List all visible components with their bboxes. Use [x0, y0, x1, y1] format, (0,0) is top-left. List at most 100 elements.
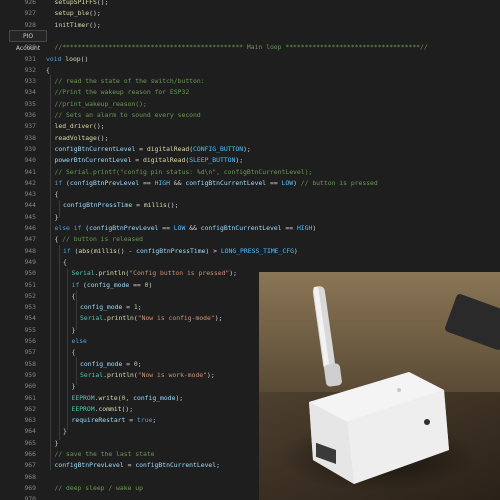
code-token: ==	[266, 178, 282, 187]
code-token: );	[243, 144, 251, 153]
line-number: 947	[24, 235, 36, 244]
line-number: 950	[24, 269, 36, 278]
code-token: EEPROM	[71, 404, 95, 413]
code-token: );	[229, 269, 237, 278]
code-text: config_mode = 1;	[80, 303, 142, 312]
code-line[interactable]: 929	[0, 32, 500, 41]
code-token: {	[63, 257, 67, 266]
code-line[interactable]: 948 if (abs(millis() - configBtnPressTime…	[0, 247, 500, 256]
code-token: ()	[80, 54, 89, 63]
code-line[interactable]: 933 // read the state of the switch/butto…	[0, 77, 500, 86]
code-token: "Config button is pressed"	[129, 269, 230, 278]
code-token: =	[122, 303, 134, 312]
code-line[interactable]: 928 initTimer();	[0, 21, 500, 30]
code-token: LOW	[173, 224, 186, 232]
code-token: // read the state of the switch/button:	[54, 77, 205, 86]
code-token: =	[125, 416, 137, 425]
code-token: // save the the last state	[54, 450, 155, 458]
code-line[interactable]: 932 {	[0, 66, 500, 75]
code-line[interactable]: 943 {	[0, 190, 500, 199]
line-number: 968	[24, 472, 36, 481]
code-line[interactable]: 926 setupSPIFFS();	[0, 0, 500, 7]
code-token: true	[136, 416, 153, 425]
code-token: println	[106, 314, 134, 323]
indent-guide	[75, 357, 77, 385]
code-line[interactable]: 940 powerBtnCurrentLevel = digitalRead(SL…	[0, 156, 500, 165]
code-token: led_driver	[54, 122, 93, 131]
code-text: // Serial.printf("config pin status: %d\…	[55, 168, 313, 177]
code-text: if (configBtnPrevLevel == HIGH && config…	[55, 179, 378, 188]
line-number: 966	[24, 450, 36, 458]
code-token: setupSPIFFS	[54, 0, 97, 6]
code-text: configBtnPressTime = millis();	[63, 201, 178, 210]
code-line[interactable]: 942 if (configBtnPrevLevel == HIGH && con…	[0, 179, 500, 188]
code-text: //Print the wakeup reason for ESP32	[55, 88, 190, 97]
line-number: 957	[24, 348, 36, 357]
code-token: =	[122, 359, 134, 368]
code-text: EEPROM.commit();	[72, 405, 134, 414]
code-line[interactable]: 949 {	[0, 258, 500, 267]
code-token: configBtnCurrentLevel	[185, 178, 267, 187]
line-number: 938	[24, 133, 36, 142]
code-token: {	[46, 65, 50, 74]
code-line[interactable]: 936 // Sets an alarm to sound every secon…	[0, 111, 500, 120]
code-text: { // button is released	[55, 235, 144, 244]
code-token: millis	[93, 246, 117, 255]
code-token: ();	[121, 404, 134, 413]
code-token: // Serial.printf("config pin status: %d\…	[54, 167, 313, 176]
code-token: );	[207, 370, 215, 379]
code-token: config_mode	[86, 280, 130, 289]
code-line[interactable]: 939 configBtnCurrentLevel = digitalRead(C…	[0, 145, 500, 154]
code-token: "Now is config-mode"	[137, 314, 215, 323]
code-line[interactable]: 931 void loop()	[0, 55, 500, 64]
code-token: config_mode	[133, 393, 176, 402]
code-token: Serial	[80, 314, 104, 323]
code-token: println	[98, 269, 126, 278]
code-token: SLEEP_BUTTON	[189, 156, 236, 165]
code-token: HIGH	[154, 178, 170, 187]
code-token: commit	[98, 404, 122, 413]
code-line[interactable]: 938 readVoltage();	[0, 134, 500, 143]
line-number: 965	[24, 438, 36, 447]
code-token: ();	[89, 9, 101, 18]
code-token: ();	[166, 201, 179, 210]
code-token: abs	[78, 246, 90, 255]
code-text: else	[72, 337, 87, 346]
code-line[interactable]: 930//***********************************…	[0, 43, 500, 52]
code-text: // read the state of the switch/button:	[55, 77, 205, 86]
code-token: ;	[137, 303, 142, 312]
code-line[interactable]: 934 //Print the wakeup reason for ESP32	[0, 88, 500, 97]
code-line[interactable]: 946 else if (configBtnPrevLevel == LOW &&…	[0, 224, 500, 233]
line-number: 969	[24, 483, 36, 492]
code-text: void loop()	[46, 55, 88, 64]
code-token: config_mode	[80, 303, 123, 312]
line-number: 934	[24, 88, 36, 97]
indent-guide	[50, 75, 51, 470]
code-line[interactable]: 937 led_driver();	[0, 122, 500, 131]
code-line[interactable]: 947 { // button is released	[0, 235, 500, 244]
code-token: else	[71, 337, 87, 345]
line-number: 946	[24, 224, 36, 232]
line-number: 958	[24, 359, 36, 368]
code-line[interactable]: 945}	[0, 213, 500, 222]
code-token: millis	[143, 201, 167, 210]
code-text: {	[72, 348, 76, 357]
code-token: )	[148, 280, 153, 289]
code-line[interactable]: 941 // Serial.printf("config pin status: …	[0, 168, 500, 177]
line-number: 952	[24, 291, 36, 300]
code-token: configBtnCurrentLevel	[200, 224, 282, 232]
code-token: LONG_PRESS_TIME_CFG	[220, 246, 294, 255]
code-text: initTimer();	[55, 21, 101, 30]
line-number: 954	[24, 314, 36, 323]
code-token: // button is pressed	[300, 178, 378, 187]
code-line[interactable]: 927 setup_ble();	[0, 9, 500, 18]
line-number: 953	[24, 303, 36, 312]
code-line[interactable]: 935 //print_wakeup_reason();	[0, 100, 500, 109]
code-token: &&	[185, 224, 201, 232]
code-token: )	[293, 246, 298, 255]
antenna-icon	[312, 286, 342, 387]
code-token: );	[235, 156, 244, 165]
line-number: 927	[24, 9, 36, 18]
code-token: =	[135, 144, 147, 153]
code-line[interactable]: 944 configBtnPressTime = millis();	[0, 201, 500, 210]
